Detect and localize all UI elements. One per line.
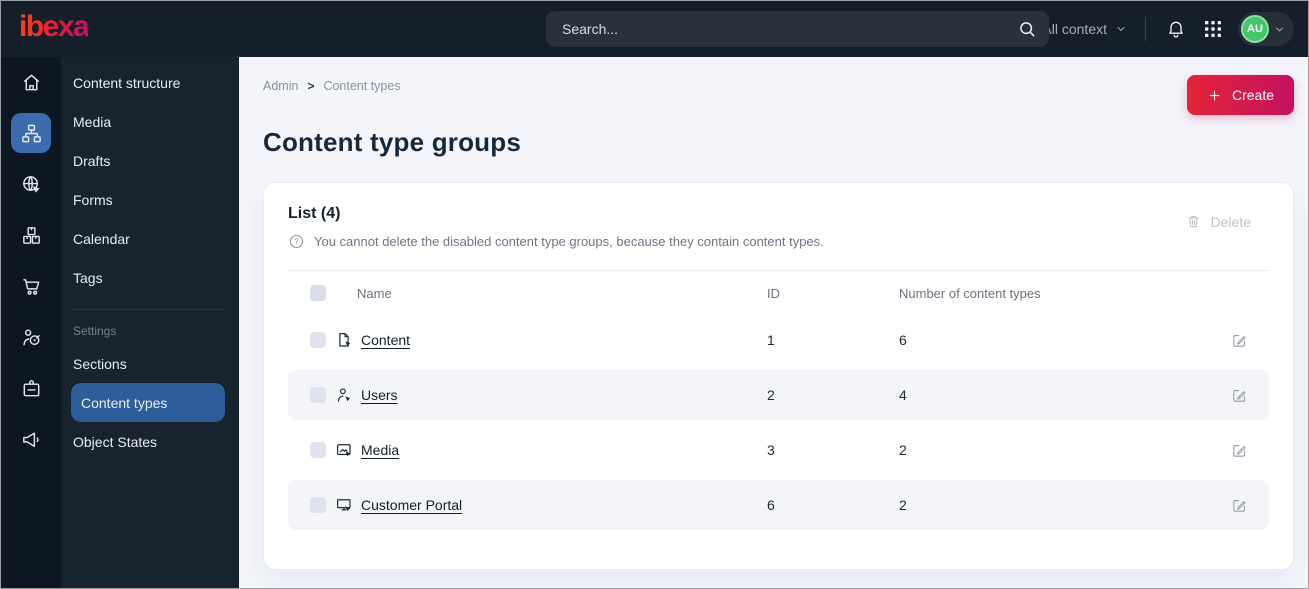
list-info-text: You cannot delete the disabled content t… — [314, 234, 824, 249]
row-checkbox[interactable] — [310, 442, 326, 458]
search-input[interactable] — [562, 21, 1017, 37]
group-count: 2 — [899, 442, 907, 458]
edit-button[interactable] — [1228, 329, 1251, 352]
column-header-id: ID — [767, 285, 780, 301]
chevron-down-icon — [1115, 23, 1127, 35]
group-link[interactable]: Media — [361, 442, 399, 458]
avatar: AU — [1241, 15, 1269, 43]
edit-button[interactable] — [1228, 494, 1251, 517]
global-search[interactable] — [546, 11, 1049, 47]
svg-text:?: ? — [294, 237, 299, 246]
table-row: Users 2 4 — [288, 370, 1269, 420]
delete-button-label: Delete — [1210, 213, 1251, 230]
notifications-bell-icon[interactable] — [1164, 17, 1188, 41]
help-circle-icon: ? — [288, 233, 305, 250]
column-header-count: Number of content types — [899, 285, 1041, 301]
group-count: 2 — [899, 497, 907, 513]
sidebar-item-sections[interactable]: Sections — [65, 344, 225, 383]
search-icon — [1017, 19, 1037, 39]
megaphone-icon[interactable] — [11, 419, 51, 459]
personalization-target-icon[interactable] — [11, 317, 51, 357]
list-title: List (4) — [288, 205, 341, 222]
chevron-down-icon — [1274, 24, 1285, 35]
app-grid-icon[interactable] — [1202, 18, 1224, 40]
sidebar-item-drafts[interactable]: Drafts — [65, 141, 225, 180]
create-button-label: Create — [1231, 87, 1274, 103]
content-type-groups-table: Name ID Number of content types Content … — [288, 270, 1269, 530]
group-id: 2 — [767, 387, 775, 403]
site-globe-icon[interactable] — [11, 164, 51, 204]
row-checkbox[interactable] — [310, 387, 326, 403]
row-checkbox[interactable] — [310, 332, 326, 348]
app-window: ibexa Site: All context — [0, 0, 1309, 589]
user-icon — [335, 386, 353, 404]
group-id: 6 — [767, 497, 775, 513]
group-id: 3 — [767, 442, 775, 458]
breadcrumb-admin[interactable]: Admin — [263, 79, 298, 93]
table-header: Name ID Number of content types — [288, 271, 1269, 315]
commerce-boxes-icon[interactable] — [11, 215, 51, 255]
sidebar-item-forms[interactable]: Forms — [65, 180, 225, 219]
group-count: 4 — [899, 387, 907, 403]
sidebar-item-content-types[interactable]: Content types — [71, 383, 225, 422]
image-icon — [335, 441, 353, 459]
content-tree-icon[interactable] — [11, 113, 51, 153]
document-icon — [335, 331, 353, 349]
content-type-groups-card: List (4) ? You cannot delete the disable… — [263, 182, 1294, 570]
sidebar-item-media[interactable]: Media — [65, 102, 225, 141]
list-info: ? You cannot delete the disabled content… — [288, 233, 824, 250]
column-header-name: Name — [357, 285, 392, 301]
breadcrumb: Admin > Content types — [263, 75, 401, 93]
group-link[interactable]: Customer Portal — [361, 497, 462, 513]
group-id: 1 — [767, 332, 775, 348]
sidebar-item-calendar[interactable]: Calendar — [65, 219, 225, 258]
topbar: ibexa Site: All context — [1, 1, 1308, 57]
table-row: Media 3 2 — [288, 425, 1269, 475]
cart-icon[interactable] — [11, 266, 51, 306]
sidebar-menu: Content structure Media Drafts Forms Cal… — [61, 57, 239, 588]
breadcrumb-content-types: Content types — [323, 79, 401, 93]
ibexa-logo[interactable]: ibexa — [19, 12, 90, 46]
sidebar-item-object-states[interactable]: Object States — [65, 422, 225, 461]
home-icon[interactable] — [11, 62, 51, 102]
menu-divider — [73, 309, 223, 310]
delete-button[interactable]: Delete — [1185, 213, 1251, 230]
select-all-checkbox[interactable] — [310, 285, 326, 301]
plus-icon — [1207, 88, 1222, 103]
create-button[interactable]: Create — [1186, 75, 1294, 115]
icon-rail — [1, 57, 61, 588]
sidebar-item-tags[interactable]: Tags — [65, 258, 225, 297]
group-count: 6 — [899, 332, 907, 348]
group-link[interactable]: Content — [361, 332, 410, 348]
edit-button[interactable] — [1228, 384, 1251, 407]
badge-icon[interactable] — [11, 368, 51, 408]
page-title: Content type groups — [263, 127, 522, 157]
monitor-icon — [335, 496, 353, 514]
user-menu[interactable]: AU — [1238, 12, 1294, 46]
group-link[interactable]: Users — [361, 387, 398, 403]
main-content: Admin > Content types Create Content typ… — [239, 57, 1308, 588]
breadcrumb-separator: > — [307, 79, 315, 93]
table-row: Customer Portal 6 2 — [288, 480, 1269, 530]
sidebar-item-content-structure[interactable]: Content structure — [65, 63, 225, 102]
edit-button[interactable] — [1228, 439, 1251, 462]
settings-section-label: Settings — [73, 324, 117, 338]
row-checkbox[interactable] — [310, 497, 326, 513]
topbar-divider — [1145, 17, 1146, 41]
trash-icon — [1185, 213, 1202, 230]
table-row: Content 1 6 — [288, 315, 1269, 365]
